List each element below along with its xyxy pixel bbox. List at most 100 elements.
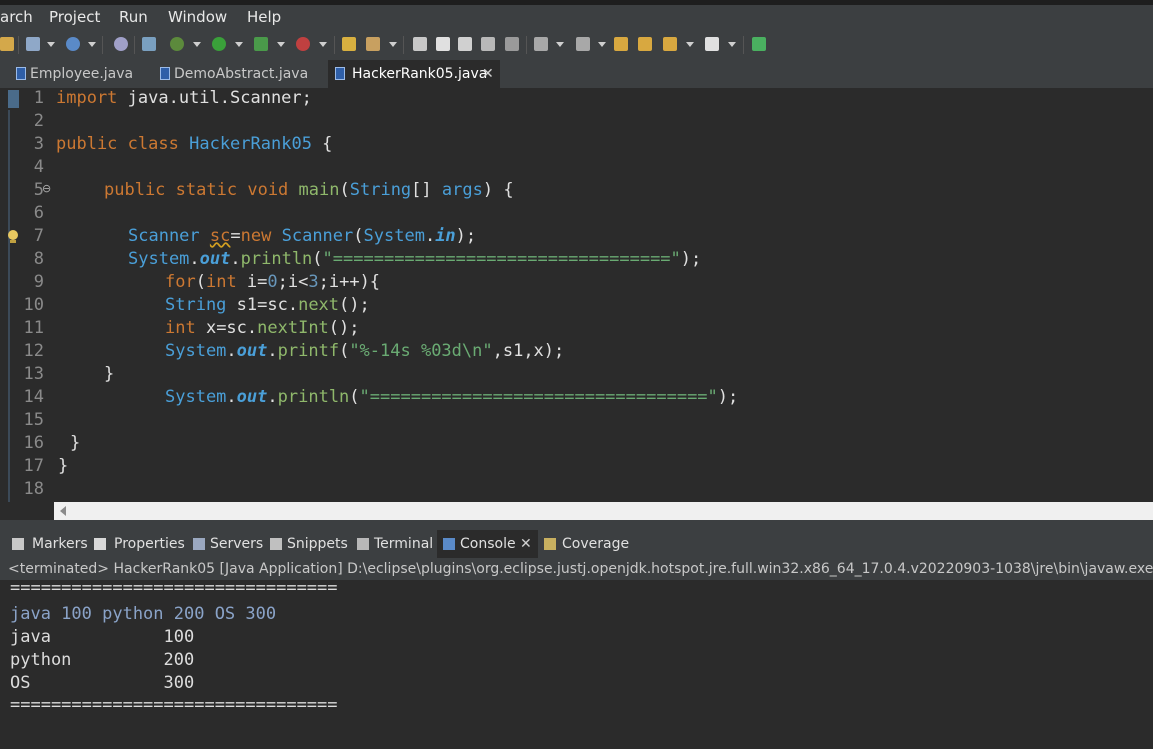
code-line: public class HackerRank05 { (56, 134, 333, 154)
view-tab-label: Coverage (562, 536, 630, 552)
back-arrow-icon[interactable] (663, 37, 677, 51)
edit-icon[interactable] (436, 37, 450, 51)
code-line: System.out.println("====================… (128, 249, 702, 269)
view-tab-label: Properties (114, 536, 185, 552)
toggle-icon[interactable] (0, 37, 14, 51)
tab-markers[interactable]: Markers (12, 530, 88, 558)
coverage-icon (544, 538, 556, 550)
show-whitespace-icon[interactable] (481, 37, 495, 51)
external-tools-icon[interactable] (296, 37, 310, 51)
chevron-down-icon[interactable] (277, 42, 285, 47)
editor-bottom-border (0, 520, 1153, 530)
tab-coverage[interactable]: Coverage (544, 530, 634, 558)
view-tab-bar: Markers Properties Servers Snippets Term… (0, 530, 1153, 558)
code-editor[interactable]: ⊖ 1 2 3 4 5 6 7 8 9 10 11 12 13 14 15 16… (0, 88, 1153, 502)
toolbar-separator (334, 36, 335, 54)
line-number: 7 (33, 226, 44, 246)
next-annotation-icon[interactable] (534, 37, 548, 51)
toolbar-separator (134, 36, 135, 54)
console-line: OS 300 (10, 673, 195, 693)
java-file-icon (160, 67, 170, 80)
menu-bar: arch Project Run Window Help (0, 5, 1153, 30)
tab-terminal[interactable]: Terminal (357, 530, 435, 558)
tab-properties[interactable]: Properties (94, 530, 186, 558)
chevron-down-icon[interactable] (598, 42, 606, 47)
previous-annotation-icon[interactable] (576, 37, 590, 51)
servers-icon (193, 538, 205, 550)
web-browser-icon[interactable] (114, 37, 128, 51)
tab-console[interactable]: Console ✕ (437, 530, 538, 558)
skip-breakpoints-icon[interactable] (142, 37, 156, 51)
line-number: 1 (33, 88, 44, 108)
line-number: 8 (33, 249, 44, 269)
line-number: 5 (33, 180, 44, 200)
menu-run[interactable]: Run (119, 8, 148, 26)
open-type-icon[interactable] (342, 37, 356, 51)
console-line: ================================ (10, 695, 338, 715)
mark-occurrences-icon[interactable] (413, 37, 427, 51)
close-icon[interactable]: ✕ (482, 60, 494, 88)
line-number: 14 (23, 387, 44, 407)
new-wizard-icon[interactable] (26, 37, 40, 51)
coverage-icon[interactable] (254, 37, 268, 51)
chevron-down-icon[interactable] (235, 42, 243, 47)
view-tab-label: Terminal (374, 536, 434, 552)
line-number: 6 (33, 203, 44, 223)
code-line: System.out.println("====================… (165, 387, 739, 407)
search-icon[interactable] (366, 37, 380, 51)
code-line: Scanner sc=new Scanner(System.in); (128, 226, 477, 246)
toolbar-separator (403, 36, 404, 54)
tab-demoabstract-java[interactable]: DemoAbstract.java (158, 60, 324, 88)
line-number: 2 (33, 111, 44, 131)
toolbar-separator (526, 36, 527, 54)
menu-window[interactable]: Window (168, 8, 227, 26)
tab-snippets[interactable]: Snippets (270, 530, 350, 558)
open-perspective-icon[interactable] (752, 37, 766, 51)
console-icon (443, 538, 455, 550)
line-number: 18 (23, 479, 44, 499)
console-line: python 200 (10, 650, 195, 670)
chevron-down-icon[interactable] (47, 42, 55, 47)
chevron-down-icon[interactable] (556, 42, 564, 47)
forward-edit-icon[interactable] (638, 37, 652, 51)
menu-help[interactable]: Help (247, 8, 281, 26)
chevron-down-icon[interactable] (319, 42, 327, 47)
chevron-down-icon[interactable] (686, 42, 694, 47)
snippets-icon (270, 538, 282, 550)
chevron-down-icon[interactable] (193, 42, 201, 47)
new-class-icon[interactable] (66, 37, 80, 51)
tab-employee-java[interactable]: Employee.java (14, 60, 154, 88)
menu-search[interactable]: arch (0, 8, 33, 26)
tab-servers[interactable]: Servers (193, 530, 263, 558)
console-status-line: <terminated> HackerRank05 [Java Applicat… (0, 558, 1153, 580)
chevron-down-icon[interactable] (88, 42, 96, 47)
pilcrow-icon[interactable] (505, 37, 519, 51)
console-output[interactable]: ================================ java 10… (0, 578, 1153, 749)
debug-icon[interactable] (170, 37, 184, 51)
horizontal-scrollbar[interactable] (54, 502, 1153, 520)
console-line: java 100 (10, 627, 195, 647)
scroll-left-arrow-icon[interactable] (60, 506, 66, 516)
last-edit-icon[interactable] (614, 37, 628, 51)
menu-project[interactable]: Project (49, 8, 100, 26)
java-file-icon (16, 67, 26, 80)
main-toolbar (0, 30, 1153, 61)
view-tab-label: Console (460, 536, 516, 552)
block-selection-icon[interactable] (458, 37, 472, 51)
forward-arrow-icon[interactable] (705, 37, 719, 51)
run-icon[interactable] (212, 37, 226, 51)
line-number: 11 (23, 318, 44, 338)
chevron-down-icon[interactable] (389, 42, 397, 47)
toolbar-separator (18, 36, 19, 54)
chevron-down-icon[interactable] (728, 42, 736, 47)
close-icon[interactable]: ✕ (520, 530, 532, 558)
code-line: } (58, 456, 69, 476)
line-number: 9 (33, 272, 44, 292)
toolbar-separator (102, 36, 103, 54)
code-line: import java.util.Scanner; (56, 88, 312, 108)
line-number: 16 (23, 433, 44, 453)
tab-label: Employee.java (30, 66, 134, 82)
console-input-line: java 100 python 200 OS 300 (10, 604, 277, 624)
tab-hackerrank05-java[interactable]: HackerRank05.java ✕ (328, 60, 500, 88)
tab-label: HackerRank05.java (352, 66, 488, 82)
